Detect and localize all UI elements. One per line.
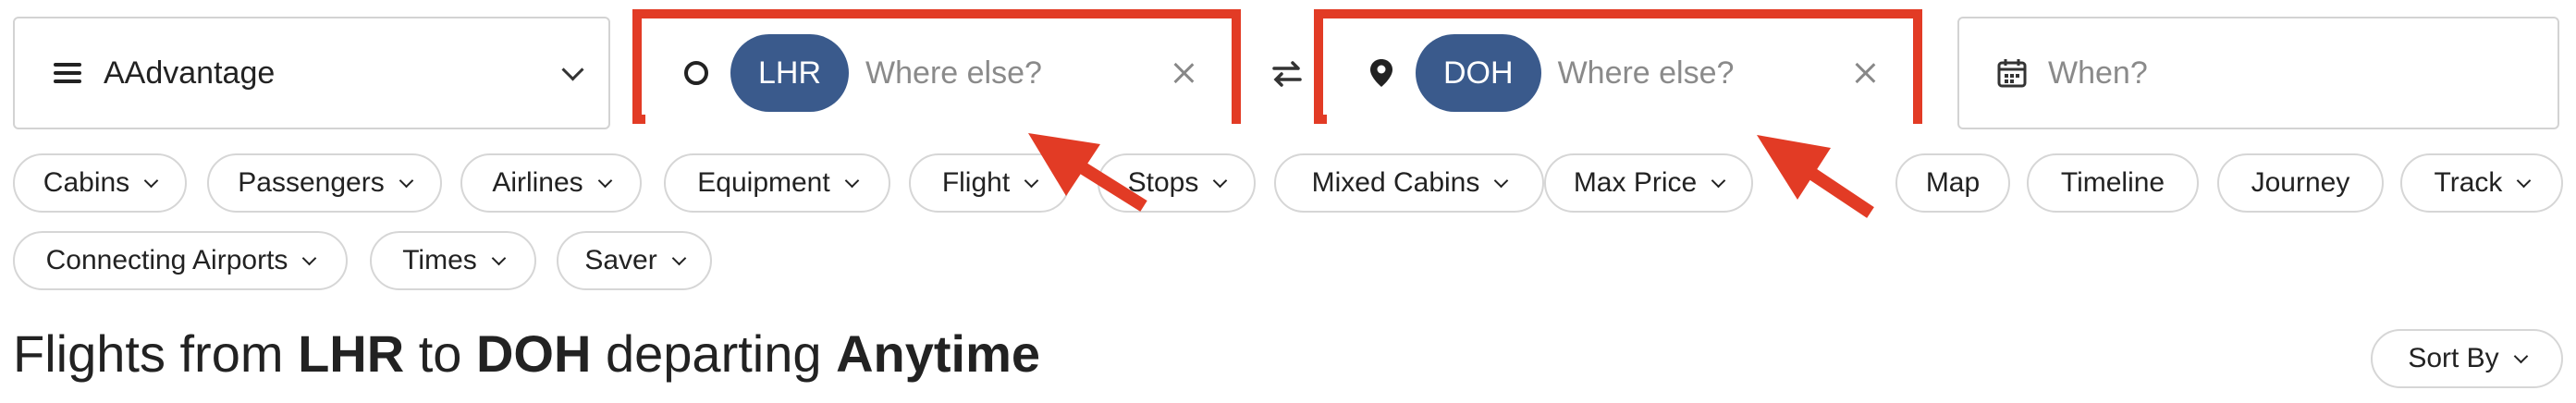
chevron-down-icon [844,173,859,188]
title-origin: LHR [298,324,405,383]
location-pin-icon [1370,59,1392,87]
destination-input[interactable]: Where else? [1558,55,1854,92]
chevron-down-icon [399,173,413,188]
chevron-down-icon [561,57,584,81]
chevron-down-icon [302,250,317,265]
origin-chip[interactable]: LHR [730,34,850,112]
filter-saver[interactable]: Saver [557,231,712,290]
filter-label: Max Price [1573,167,1698,198]
destination-chip[interactable]: DOH [1416,34,1541,112]
chevron-down-icon [1213,173,1228,188]
filter-label: Saver [584,245,657,275]
program-select[interactable]: AAdvantage [13,17,610,129]
filter-label: Equipment [697,167,830,198]
filter-label: Passengers [238,167,385,198]
title-text: departing [591,324,837,383]
filter-label: Flight [941,167,1011,198]
date-field[interactable]: When? [1957,17,2559,129]
filter-label: Stops [1127,167,1199,198]
title-when: Anytime [836,324,1041,383]
date-input[interactable]: When? [2048,55,2558,92]
destination-field[interactable]: DOH Where else? [1327,18,1913,128]
view-label: Journey [2251,167,2350,198]
sort-label: Sort By [2408,343,2499,373]
filter-max-price[interactable]: Max Price [1544,153,1753,213]
menu-icon [54,63,81,83]
view-map[interactable]: Map [1895,153,2010,213]
destination-clear-icon[interactable] [1854,62,1876,84]
annotation-arrow [1757,135,1874,218]
filter-equipment[interactable]: Equipment [664,153,890,213]
calendar-icon [1997,59,2027,88]
filter-cabins[interactable]: Cabins [13,153,187,213]
filter-label: Times [402,245,477,275]
view-track[interactable]: Track [2400,153,2563,213]
view-journey[interactable]: Journey [2217,153,2384,213]
filter-stops[interactable]: Stops [1098,153,1256,213]
view-label: Timeline [2060,167,2165,198]
title-text: to [404,324,476,383]
filter-times[interactable]: Times [370,231,536,290]
filter-passengers[interactable]: Passengers [207,153,442,213]
chevron-down-icon [671,250,686,265]
filter-label: Connecting Airports [45,245,288,275]
filter-label: Cabins [43,167,130,198]
origin-field[interactable]: LHR Where else? [645,18,1232,128]
filter-label: Airlines [492,167,583,198]
view-timeline[interactable]: Timeline [2027,153,2199,213]
chevron-down-icon [143,173,159,188]
filter-mixed-cabins[interactable]: Mixed Cabins [1274,153,1544,213]
filter-label: Mixed Cabins [1311,167,1480,198]
page-title: Flights from LHR to DOH departing Anytim… [13,324,1040,384]
chevron-down-icon [1711,173,1726,188]
sort-by-button[interactable]: Sort By [2371,329,2563,388]
chevron-down-icon [491,250,507,265]
view-label: Map [1925,167,1981,198]
filter-connecting-airports[interactable]: Connecting Airports [13,231,348,290]
chevron-down-icon [2517,173,2532,188]
filter-airlines[interactable]: Airlines [460,153,642,213]
origin-input[interactable]: Where else? [865,55,1172,92]
chevron-down-icon [597,173,612,188]
title-text: Flights from [13,324,299,383]
origin-circle-icon [684,61,708,85]
swap-icon[interactable] [1269,55,1306,92]
program-label: AAdvantage [104,55,276,91]
origin-clear-icon[interactable] [1172,62,1195,84]
chevron-down-icon [1494,173,1509,188]
filter-flight[interactable]: Flight [909,153,1070,213]
chevron-down-icon [1024,173,1039,188]
chevron-down-icon [2513,348,2528,363]
title-destination: DOH [475,324,592,383]
view-label: Track [2434,167,2503,198]
